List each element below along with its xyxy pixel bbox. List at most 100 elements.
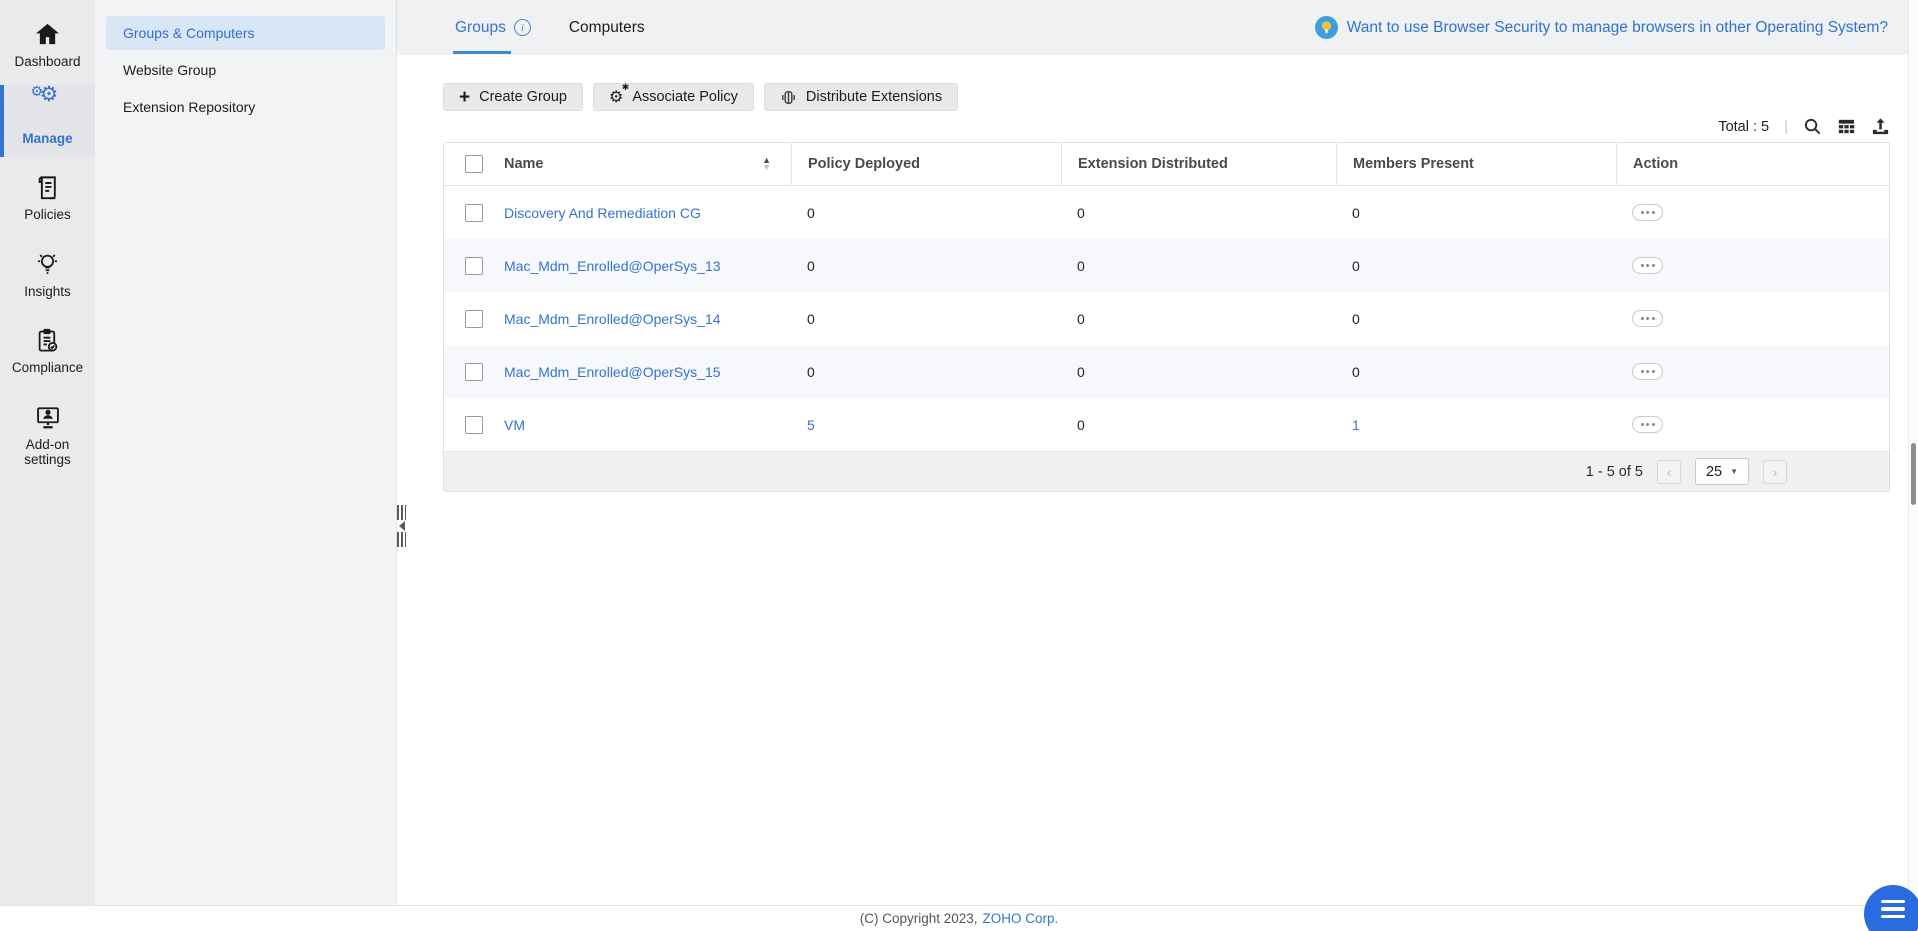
toolbar: + Create Group ⚙✱ Associate Policy xyxy=(443,83,1890,142)
zoho-corp-link[interactable]: ZOHO Corp. xyxy=(983,911,1059,926)
next-page-button[interactable]: › xyxy=(1763,460,1787,484)
table-row: Mac_Mdm_Enrolled@OperSys_13 0 0 0 xyxy=(444,239,1889,292)
lightbulb-icon xyxy=(34,249,61,279)
nav-item-compliance[interactable]: Compliance xyxy=(0,314,95,387)
table-row: VM 5 0 1 xyxy=(444,398,1889,451)
sidebar-item-groups-computers[interactable]: Groups & Computers xyxy=(106,16,385,50)
nav-item-label: Dashboard xyxy=(14,54,80,70)
copyright-text: (C) Copyright 2023, xyxy=(860,911,978,926)
group-name-link[interactable]: Mac_Mdm_Enrolled@OperSys_13 xyxy=(504,258,721,274)
row-checkbox[interactable] xyxy=(465,204,483,222)
page-scrollbar[interactable] xyxy=(1908,0,1918,905)
row-checkbox[interactable] xyxy=(465,363,483,381)
policy-deployed-value: 0 xyxy=(807,364,815,380)
nav-item-label: Compliance xyxy=(12,360,83,376)
tab-computers[interactable]: Computers xyxy=(569,0,645,55)
associate-policy-button[interactable]: ⚙✱ Associate Policy xyxy=(593,83,754,111)
nav-item-label: Add-on settings xyxy=(6,437,89,468)
sidebar-item-label: Extension Repository xyxy=(123,99,255,115)
table-header-row: Name ▲▼ Policy Deployed Extension Distri… xyxy=(444,143,1889,186)
sidebar-item-label: Groups & Computers xyxy=(123,25,255,41)
column-header-members-present: Members Present xyxy=(1336,143,1616,185)
caret-down-icon: ▼ xyxy=(1730,467,1738,476)
total-count: Total : 5 xyxy=(1718,119,1769,135)
lightbulb-badge-icon xyxy=(1315,16,1338,39)
extension-distributed-value: 0 xyxy=(1077,417,1085,433)
column-header-action: Action xyxy=(1616,143,1889,185)
policy-deployed-value: 0 xyxy=(807,258,815,274)
distribute-icon xyxy=(780,89,797,106)
scrollbar-thumb[interactable] xyxy=(1911,443,1916,505)
table-row: Mac_Mdm_Enrolled@OperSys_15 0 0 0 xyxy=(444,345,1889,398)
export-icon[interactable] xyxy=(1871,117,1890,136)
nav-item-insights[interactable]: Insights xyxy=(0,238,95,311)
row-checkbox[interactable] xyxy=(465,416,483,434)
banner-text-link: Want to use Browser Security to manage b… xyxy=(1347,19,1888,37)
sidebar-item-label: Website Group xyxy=(123,62,216,78)
primary-nav: Dashboard ⚙⚙ Manage Policies xyxy=(0,0,95,905)
group-name-link[interactable]: Mac_Mdm_Enrolled@OperSys_15 xyxy=(504,364,721,380)
row-actions-button[interactable] xyxy=(1632,416,1663,433)
distribute-extensions-label: Distribute Extensions xyxy=(806,89,942,105)
column-header-extension-distributed: Extension Distributed xyxy=(1061,143,1336,185)
associate-policy-label: Associate Policy xyxy=(632,89,738,105)
plus-icon: + xyxy=(459,88,470,107)
app-window: Dashboard ⚙⚙ Manage Policies xyxy=(0,0,1918,905)
table-row: Mac_Mdm_Enrolled@OperSys_14 0 0 0 xyxy=(444,292,1889,345)
page-size-value: 25 xyxy=(1706,464,1722,480)
tab-label: Groups xyxy=(455,19,506,37)
sidebar-item-website-group[interactable]: Website Group xyxy=(106,53,385,87)
collapse-arrow-icon xyxy=(399,521,405,531)
column-header-policy-deployed: Policy Deployed xyxy=(791,143,1061,185)
table-body: Discovery And Remediation CG 0 0 0 Mac_M… xyxy=(444,186,1889,451)
distribute-extensions-button[interactable]: Distribute Extensions xyxy=(764,83,958,111)
os-banner-link[interactable]: Want to use Browser Security to manage b… xyxy=(1315,0,1918,55)
row-actions-button[interactable] xyxy=(1632,310,1663,327)
row-actions-button[interactable] xyxy=(1632,257,1663,274)
page-footer: (C) Copyright 2023, ZOHO Corp. xyxy=(0,905,1918,931)
sidebar-item-extension-repository[interactable]: Extension Repository xyxy=(106,90,385,124)
page-size-select[interactable]: 25 ▼ xyxy=(1695,458,1749,485)
policy-scroll-icon xyxy=(34,172,61,202)
row-actions-button[interactable] xyxy=(1632,363,1663,380)
nav-item-dashboard[interactable]: Dashboard xyxy=(0,8,95,81)
create-group-button[interactable]: + Create Group xyxy=(443,83,583,111)
create-group-label: Create Group xyxy=(479,89,567,105)
members-present-value: 0 xyxy=(1352,258,1360,274)
search-icon[interactable] xyxy=(1803,117,1822,136)
prev-page-button[interactable]: ‹ xyxy=(1657,460,1681,484)
sidebar-collapse-handle[interactable] xyxy=(396,505,407,547)
policy-deployed-value: 0 xyxy=(807,311,815,327)
secondary-sidebar: Groups & Computers Website Group Extensi… xyxy=(95,0,397,905)
select-all-checkbox[interactable] xyxy=(465,155,483,173)
row-actions-button[interactable] xyxy=(1632,204,1663,221)
nav-item-manage[interactable]: ⚙⚙ Manage xyxy=(0,85,95,158)
clipboard-check-icon xyxy=(34,325,61,355)
nav-item-policies[interactable]: Policies xyxy=(0,161,95,234)
group-name-link[interactable]: VM xyxy=(504,417,525,433)
members-present-value: 0 xyxy=(1352,364,1360,380)
nav-item-label: Manage xyxy=(22,131,72,147)
group-name-link[interactable]: Discovery And Remediation CG xyxy=(504,205,701,221)
monitor-user-icon xyxy=(34,402,62,432)
row-checkbox[interactable] xyxy=(465,310,483,328)
extension-distributed-value: 0 xyxy=(1077,311,1085,327)
pagination-bar: 1 - 5 of 5 ‹ 25 ▼ › xyxy=(444,451,1889,491)
sort-icon[interactable]: ▲▼ xyxy=(762,157,771,171)
row-checkbox[interactable] xyxy=(465,257,483,275)
members-present-value: 0 xyxy=(1352,311,1360,327)
info-icon[interactable]: i xyxy=(514,19,531,36)
divider: | xyxy=(1784,118,1788,135)
tab-groups[interactable]: Groups i xyxy=(455,0,531,55)
active-tab-underline xyxy=(453,51,511,54)
nav-item-addon-settings[interactable]: Add-on settings xyxy=(0,391,95,479)
home-icon xyxy=(34,19,61,49)
content-area: + Create Group ⚙✱ Associate Policy xyxy=(397,55,1918,905)
group-name-link[interactable]: Mac_Mdm_Enrolled@OperSys_14 xyxy=(504,311,721,327)
gears-icon: ⚙⚙ xyxy=(31,96,65,126)
policy-deployed-value[interactable]: 5 xyxy=(807,417,815,433)
main-panel: Groups i Computers Want to use Browser S… xyxy=(397,0,1918,905)
column-chooser-icon[interactable] xyxy=(1837,117,1856,136)
members-present-value[interactable]: 1 xyxy=(1352,417,1360,433)
extension-distributed-value: 0 xyxy=(1077,258,1085,274)
